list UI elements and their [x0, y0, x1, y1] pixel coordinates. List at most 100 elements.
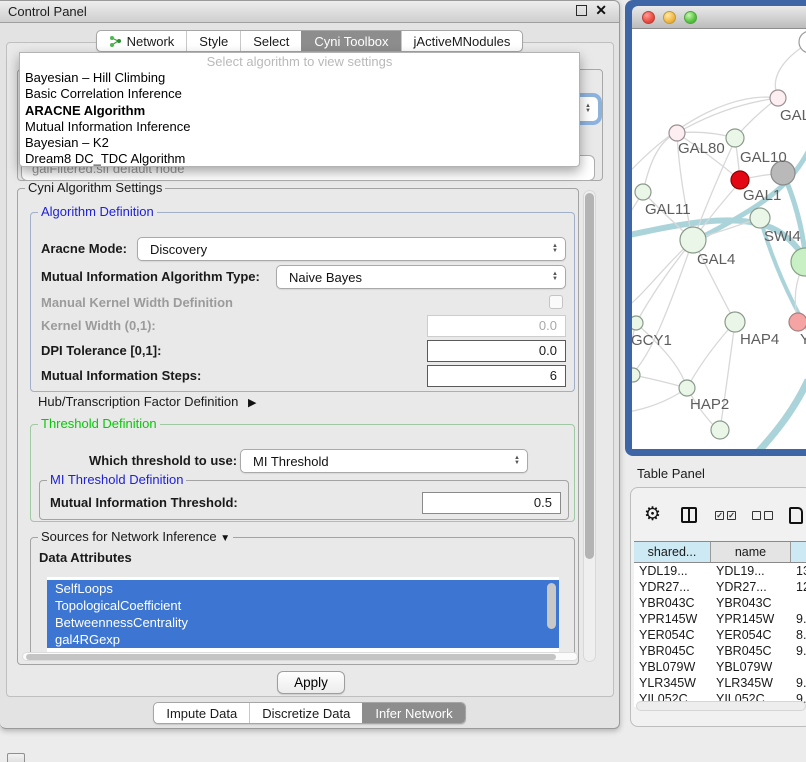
manual-kernel-checkbox[interactable]	[549, 295, 563, 309]
table-column-header[interactable]	[791, 542, 806, 562]
export-table-icon[interactable]	[789, 507, 803, 524]
table-column-header[interactable]: name	[711, 542, 791, 562]
attribute-list-item[interactable]: gal4RGexp	[47, 631, 559, 648]
network-node-gal80[interactable]	[669, 125, 685, 141]
network-edge[interactable]	[632, 97, 778, 180]
network-node-gcy1[interactable]	[632, 316, 643, 330]
hub-definition-toggle[interactable]: Hub/Transcription Factor Definition ▶	[38, 394, 256, 409]
network-node[interactable]	[799, 31, 806, 53]
control-panel-titlebar[interactable]: Control Panel ✕	[0, 1, 619, 23]
network-node-y[interactable]	[789, 313, 806, 331]
dropdown-item[interactable]: Bayesian – K2	[20, 135, 579, 151]
network-node[interactable]	[711, 421, 729, 439]
attribute-list-item[interactable]: BetweennessCentrality	[47, 614, 559, 631]
tab-select[interactable]: Select	[240, 31, 301, 51]
table-row[interactable]: YBL079WYBL079W	[634, 659, 806, 675]
gear-icon[interactable]: ⚙	[644, 505, 661, 525]
network-edge[interactable]	[720, 322, 735, 430]
threshold-definition-title: Threshold Definition	[38, 416, 160, 431]
network-edge-highlighted[interactable]	[758, 380, 806, 449]
tab-cyni-toolbox[interactable]: Cyni Toolbox	[301, 31, 400, 51]
aracne-mode-combo[interactable]: Discovery ▲▼	[137, 237, 566, 261]
kernel-width-field[interactable]: 0.0	[427, 315, 566, 337]
attribute-list-item[interactable]: SelfLoops	[47, 580, 559, 597]
which-threshold-label: Which threshold to use:	[89, 453, 237, 468]
table-cell: YBL079W	[634, 659, 711, 675]
tab-network[interactable]: Network	[97, 31, 187, 51]
node-label: GAL80	[678, 140, 725, 157]
network-node-gal11[interactable]	[635, 184, 651, 200]
table-row[interactable]: YBR043CYBR043C	[634, 595, 806, 611]
table-row[interactable]: YPR145WYPR145W9.	[634, 611, 806, 627]
dropdown-item[interactable]: ARACNE Algorithm	[20, 103, 579, 119]
minimize-traffic-light[interactable]	[663, 11, 676, 24]
data-attributes-list[interactable]: SelfLoopsTopologicalCoefficientBetweenne…	[47, 577, 559, 653]
table-row[interactable]: YDL19...YDL19...13	[634, 563, 806, 579]
tab-infer-network[interactable]: Infer Network	[362, 703, 464, 723]
network-node-gal10[interactable]	[726, 129, 744, 147]
columns-icon[interactable]	[681, 507, 697, 523]
mi-steps-field[interactable]: 6	[427, 365, 566, 387]
algorithm-definition-title: Algorithm Definition	[38, 204, 157, 219]
network-edge[interactable]	[677, 98, 778, 133]
table-row[interactable]: YDR27...YDR27...12	[634, 579, 806, 595]
close-icon[interactable]: ✕	[595, 5, 607, 16]
network-node-gal4[interactable]	[680, 227, 706, 253]
network-edge[interactable]	[633, 240, 693, 373]
table-horizontal-scrollbar[interactable]	[636, 701, 806, 711]
network-node[interactable]	[791, 248, 806, 276]
settings-vertical-scrollbar[interactable]	[583, 190, 596, 662]
mi-threshold-group-title: MI Threshold Definition	[47, 472, 186, 487]
node-label: GAL11	[645, 201, 691, 218]
table-cell	[791, 659, 806, 675]
dropdown-item[interactable]: Basic Correlation Inference	[20, 86, 579, 102]
table-cell: YPR145W	[711, 611, 791, 627]
dpi-tolerance-field[interactable]: 0.0	[427, 340, 566, 362]
network-edge[interactable]	[632, 323, 636, 375]
network-node-swi4[interactable]	[750, 208, 770, 228]
network-edge[interactable]	[632, 388, 687, 412]
close-traffic-light[interactable]	[642, 11, 655, 24]
tab-jactivemnodules[interactable]: jActiveMNodules	[401, 31, 523, 51]
tab-discretize-data[interactable]: Discretize Data	[249, 703, 362, 723]
zoom-traffic-light[interactable]	[684, 11, 697, 24]
float-window-icon[interactable]	[576, 5, 587, 16]
network-window-titlebar[interactable]	[632, 6, 806, 29]
attribute-list-item[interactable]: TopologicalCoefficient	[47, 597, 559, 614]
deselect-all-columns-icon[interactable]	[752, 511, 773, 520]
table-column-header[interactable]: shared...	[634, 542, 711, 562]
network-node[interactable]	[632, 368, 640, 382]
settings-horizontal-scrollbar[interactable]	[22, 652, 578, 661]
network-edge[interactable]	[636, 240, 693, 323]
table-row[interactable]: YLR345WYLR345W9.	[634, 675, 806, 691]
network-node-hap2[interactable]	[679, 380, 695, 396]
apply-button[interactable]: Apply	[277, 671, 345, 694]
network-node-gal[interactable]	[770, 90, 786, 106]
node-label: HAP2	[690, 396, 729, 413]
network-edge[interactable]	[643, 133, 677, 192]
table-row[interactable]: YER054CYER054C8.	[634, 627, 806, 643]
network-svg[interactable]: GALGAL80GAL10GAL1GAL11SWI4GAL4GCY1HAP4YH…	[632, 29, 806, 449]
table-cell: YBL079W	[711, 659, 791, 675]
tab-style[interactable]: Style	[186, 31, 240, 51]
table-cell: 12	[791, 579, 806, 595]
select-all-columns-icon[interactable]: ✓ ✓	[715, 511, 736, 520]
network-edge[interactable]	[775, 42, 806, 96]
node-label: GAL4	[697, 251, 735, 268]
node-label: HAP4	[740, 331, 779, 348]
table-cell: 8.	[791, 627, 806, 643]
network-node-hap4[interactable]	[725, 312, 745, 332]
dropdown-item[interactable]: Mutual Information Inference	[20, 119, 579, 135]
network-icon	[109, 35, 122, 48]
mi-threshold-field[interactable]: 0.5	[422, 492, 561, 514]
minimized-panel-icon[interactable]	[7, 753, 25, 762]
sources-group-title[interactable]: Sources for Network Inference ▼	[38, 529, 233, 544]
dropdown-item[interactable]: Dream8 DC_TDC Algorithm	[20, 151, 579, 167]
list-vertical-scrollbar[interactable]	[547, 583, 556, 629]
tab-impute-data[interactable]: Impute Data	[154, 703, 249, 723]
dropdown-item[interactable]: Bayesian – Hill Climbing	[20, 70, 579, 86]
mi-type-combo[interactable]: Naive Bayes ▲▼	[276, 265, 566, 289]
manual-kernel-label: Manual Kernel Width Definition	[41, 295, 233, 310]
table-row[interactable]: YBR045CYBR045C9.	[634, 643, 806, 659]
which-threshold-combo[interactable]: MI Threshold ▲▼	[240, 449, 528, 473]
